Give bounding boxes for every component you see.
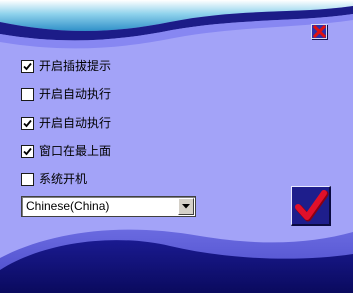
- option-label: 开启自动执行: [39, 116, 112, 130]
- dropdown-button[interactable]: [178, 198, 194, 215]
- language-value: Chinese(China): [26, 199, 110, 213]
- option-always-on-top[interactable]: 窗口在最上面: [21, 143, 111, 159]
- option-label: 窗口在最上面: [39, 144, 112, 158]
- option-label: 开启插拔提示: [39, 59, 112, 73]
- option-label: 开启自动执行: [39, 87, 112, 101]
- settings-dialog: 开启插拔提示 开启自动执行 开启自动执行 窗口在最上面 系统开机 Chinese…: [0, 0, 353, 293]
- option-auto-run-2[interactable]: 开启自动执行: [21, 115, 111, 131]
- option-system-boot[interactable]: 系统开机: [21, 171, 87, 187]
- checkbox-system-boot[interactable]: [21, 172, 34, 186]
- dropdown-arrow-icon: [182, 204, 190, 209]
- option-plug-prompt[interactable]: 开启插拔提示: [21, 58, 111, 74]
- language-select[interactable]: Chinese(China): [21, 196, 196, 217]
- check-icon: [23, 119, 32, 127]
- ok-button[interactable]: [291, 186, 331, 226]
- check-icon: [23, 147, 32, 155]
- close-x-icon: [313, 25, 326, 38]
- option-label: 系统开机: [39, 172, 88, 186]
- checkbox-plug-prompt[interactable]: [21, 59, 34, 73]
- option-auto-run-1[interactable]: 开启自动执行: [21, 86, 111, 102]
- checkbox-auto-run-2[interactable]: [21, 116, 34, 130]
- checkbox-auto-run-1[interactable]: [21, 87, 34, 101]
- close-button[interactable]: [311, 24, 327, 39]
- red-checkmark-icon: [295, 190, 329, 222]
- checkbox-always-on-top[interactable]: [21, 144, 34, 158]
- check-icon: [23, 62, 32, 70]
